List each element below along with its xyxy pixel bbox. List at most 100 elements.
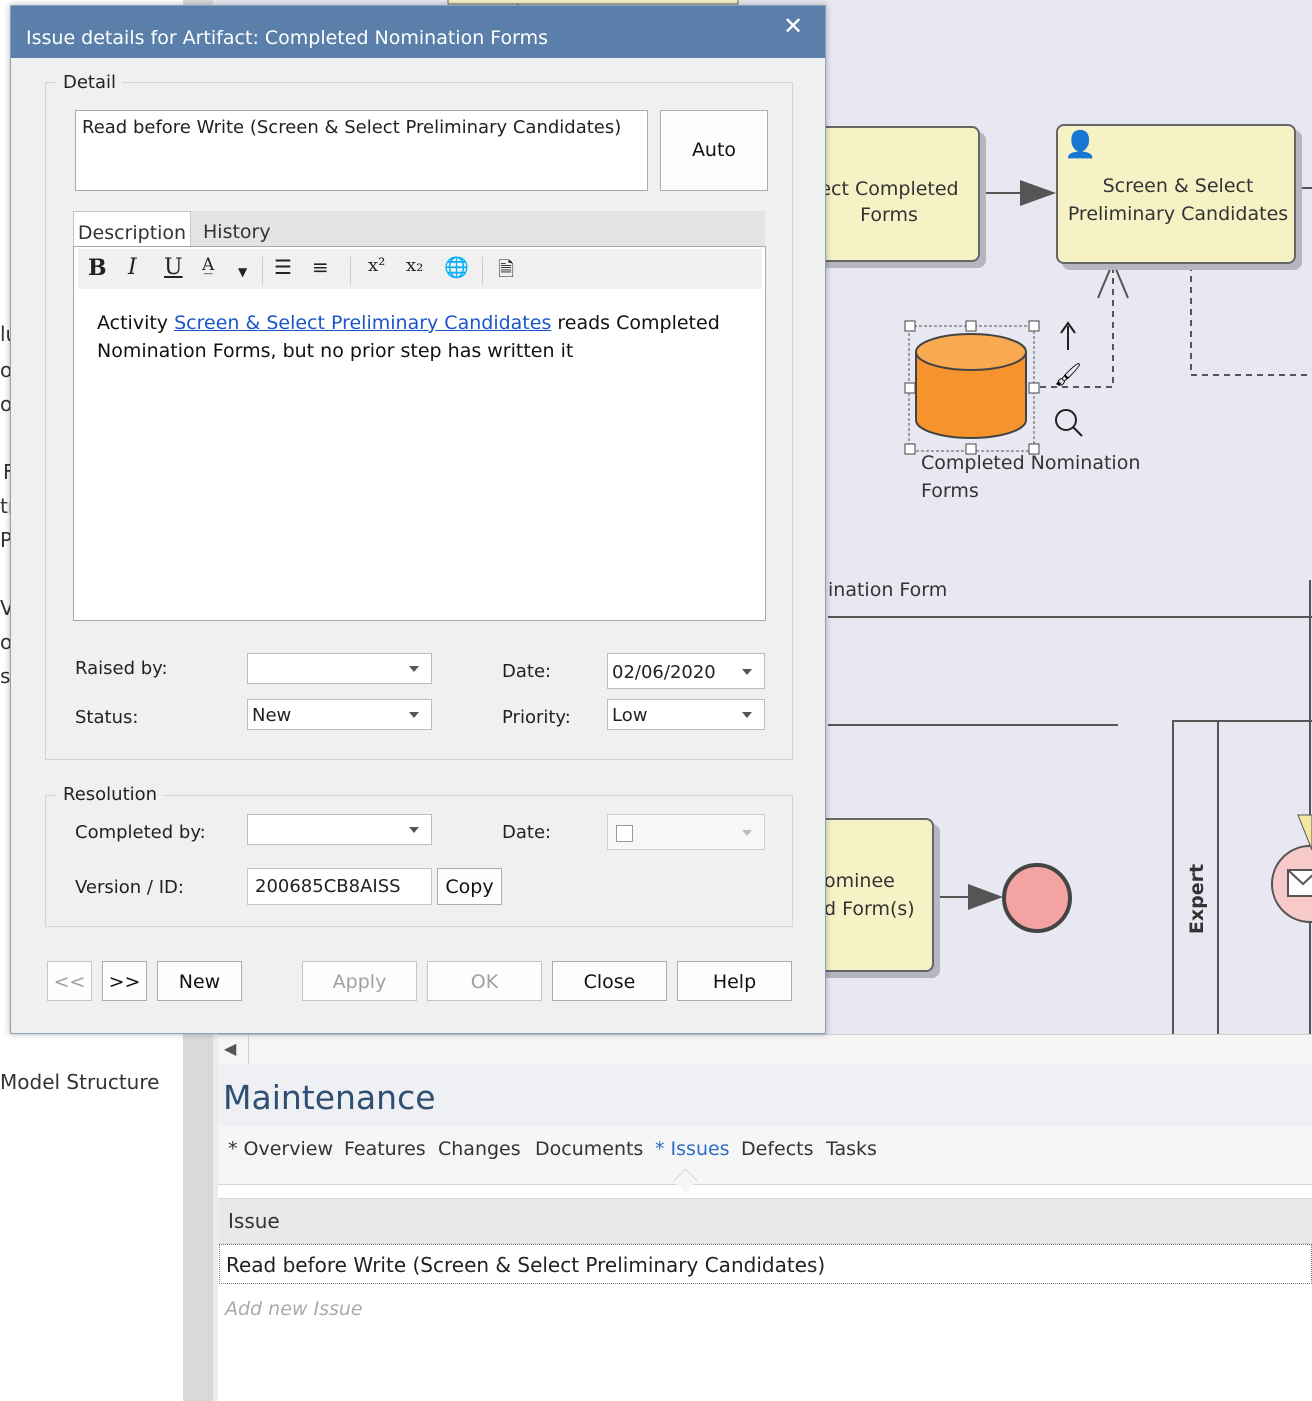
issue-row[interactable]: Read before Write (Screen & Select Preli…: [219, 1244, 1312, 1284]
bullet-list-icon[interactable]: ☰: [274, 255, 292, 279]
task2-label: Screen & Select Preliminary Candidates: [1060, 175, 1296, 225]
status-value: New: [252, 705, 292, 726]
ok-button[interactable]: OK: [427, 961, 542, 1001]
description-tabs: Description History: [73, 211, 765, 249]
hyperlink-globe-icon[interactable]: 🌐: [444, 255, 469, 279]
left-text-fragment: s: [0, 664, 11, 688]
model-structure-label[interactable]: Model Structure: [0, 1070, 159, 1094]
font-color-icon[interactable]: A̲: [202, 255, 214, 275]
chevron-down-icon[interactable]: ▼: [238, 265, 247, 279]
document-icon[interactable]: 🗎: [498, 255, 514, 289]
priority-value: Low: [612, 705, 648, 726]
artifact-label-line2: Forms: [921, 480, 979, 502]
resolution-group-label: Resolution: [57, 784, 164, 805]
tab-issues[interactable]: * Issues: [655, 1138, 730, 1160]
italic-icon[interactable]: I: [128, 255, 137, 280]
version-id-field[interactable]: 200685CB8AISS: [247, 868, 432, 905]
version-id-label: Version / ID:: [75, 877, 184, 898]
lane-fragment-label: ination Form: [828, 579, 948, 601]
apply-button[interactable]: Apply: [302, 961, 417, 1001]
resolution-date-label: Date:: [502, 822, 552, 843]
status-label: Status:: [75, 707, 139, 728]
superscript-icon[interactable]: x²: [368, 255, 385, 276]
bold-icon[interactable]: B: [88, 255, 107, 281]
horizontal-scrollbar[interactable]: ◀: [218, 1034, 1312, 1065]
previous-button[interactable]: <<: [47, 961, 92, 1001]
task3-label: ominee d Form(s): [824, 870, 915, 920]
tab-changes[interactable]: Changes: [438, 1138, 521, 1160]
detail-textbox[interactable]: Read before Write (Screen & Select Preli…: [75, 110, 648, 191]
task1-label: ect Completed Forms: [818, 178, 960, 226]
raised-by-dropdown[interactable]: [247, 653, 432, 684]
dialog-titlebar[interactable]: Issue details for Artifact: Completed No…: [11, 6, 825, 58]
description-editor[interactable]: B I U A̲ ▼ ☰ ≡ x² x₂ 🌐 🗎 Activity Screen…: [73, 246, 766, 621]
tab-history[interactable]: History: [203, 211, 293, 249]
task2-label-line2: Preliminary Candidates: [1067, 203, 1289, 225]
issue-column-label: Issue: [228, 1209, 280, 1233]
toolbar-separator: [350, 257, 351, 285]
date-picker[interactable]: 02/06/2020: [607, 653, 765, 689]
scroll-left-icon[interactable]: ◀: [224, 1039, 236, 1058]
chevron-down-icon: [742, 669, 752, 675]
raised-by-label: Raised by:: [75, 658, 168, 679]
detail-text: Read before Write (Screen & Select Preli…: [82, 117, 622, 138]
resolution-date-picker[interactable]: [607, 814, 765, 850]
dialog-title: Issue details for Artifact: Completed No…: [26, 27, 549, 49]
date-checkbox[interactable]: [616, 825, 633, 842]
tab-documents[interactable]: Documents: [535, 1138, 643, 1160]
maintenance-title: Maintenance: [223, 1078, 436, 1117]
tab-tasks[interactable]: Tasks: [826, 1138, 877, 1160]
new-button[interactable]: New: [157, 961, 242, 1001]
editor-toolbar: B I U A̲ ▼ ☰ ≡ x² x₂ 🌐 🗎: [78, 249, 762, 289]
tab-defects[interactable]: Defects: [741, 1138, 814, 1160]
status-dropdown[interactable]: New: [247, 699, 432, 730]
priority-label: Priority:: [502, 707, 571, 728]
underline-icon[interactable]: U: [164, 255, 183, 280]
toolbar-separator: [262, 257, 263, 285]
priority-dropdown[interactable]: Low: [607, 699, 765, 730]
brush-icon[interactable]: 🖌: [1054, 363, 1082, 388]
toolbar-separator: [482, 257, 483, 285]
auto-button[interactable]: Auto: [660, 110, 768, 191]
date-label: Date:: [502, 661, 552, 682]
task1-label-line1: ect Completed: [819, 178, 959, 200]
scrollbar-separator: [248, 1035, 249, 1065]
tab-description[interactable]: Description: [73, 211, 191, 249]
artifact-label-line1: Completed Nomination: [921, 452, 1141, 474]
next-button[interactable]: >>: [102, 961, 147, 1001]
add-new-issue-placeholder[interactable]: Add new Issue: [225, 1298, 363, 1320]
close-button[interactable]: Close: [552, 961, 667, 1001]
maintenance-header: Maintenance: [218, 1064, 1312, 1126]
maintenance-tabs: * Overview Features Changes Documents * …: [218, 1126, 1312, 1185]
issue-column-header[interactable]: Issue: [218, 1198, 1312, 1244]
numbered-list-icon[interactable]: ≡: [312, 255, 329, 279]
task3-label-line2: d Form(s): [824, 898, 915, 920]
artifact-label: Completed Nomination Forms: [921, 452, 1140, 502]
chevron-down-icon: [742, 712, 752, 718]
subscript-icon[interactable]: x₂: [406, 255, 423, 276]
completed-by-dropdown[interactable]: [247, 814, 432, 845]
chevron-down-icon: [742, 830, 752, 836]
task1-label-line2: Forms: [860, 204, 918, 226]
tab-overview[interactable]: * Overview: [228, 1138, 333, 1160]
chevron-down-icon: [409, 712, 419, 718]
tab-features[interactable]: Features: [344, 1138, 426, 1160]
issue-details-dialog: Issue details for Artifact: Completed No…: [10, 5, 826, 1034]
description-text[interactable]: Activity Screen & Select Preliminary Can…: [97, 309, 737, 365]
date-value: 02/06/2020: [612, 662, 716, 683]
chevron-down-icon: [409, 666, 419, 672]
detail-group-label: Detail: [57, 72, 123, 93]
description-prefix: Activity: [97, 312, 175, 334]
issue-row-text: Read before Write (Screen & Select Preli…: [226, 1253, 826, 1277]
lane-label-expert: Expert: [1186, 863, 1209, 935]
maintenance-panel: Maintenance * Overview Features Changes …: [218, 1064, 1312, 1401]
task3-label-line1: ominee: [824, 870, 895, 892]
user-task-icon: 👤: [1064, 130, 1097, 160]
help-button[interactable]: Help: [677, 961, 792, 1001]
completed-by-label: Completed by:: [75, 822, 206, 843]
chevron-down-icon: [409, 827, 419, 833]
version-id-value: 200685CB8AISS: [255, 876, 401, 897]
description-link[interactable]: Screen & Select Preliminary Candidates: [174, 312, 551, 334]
close-icon[interactable]: ✕: [783, 12, 803, 40]
copy-button[interactable]: Copy: [437, 868, 502, 905]
